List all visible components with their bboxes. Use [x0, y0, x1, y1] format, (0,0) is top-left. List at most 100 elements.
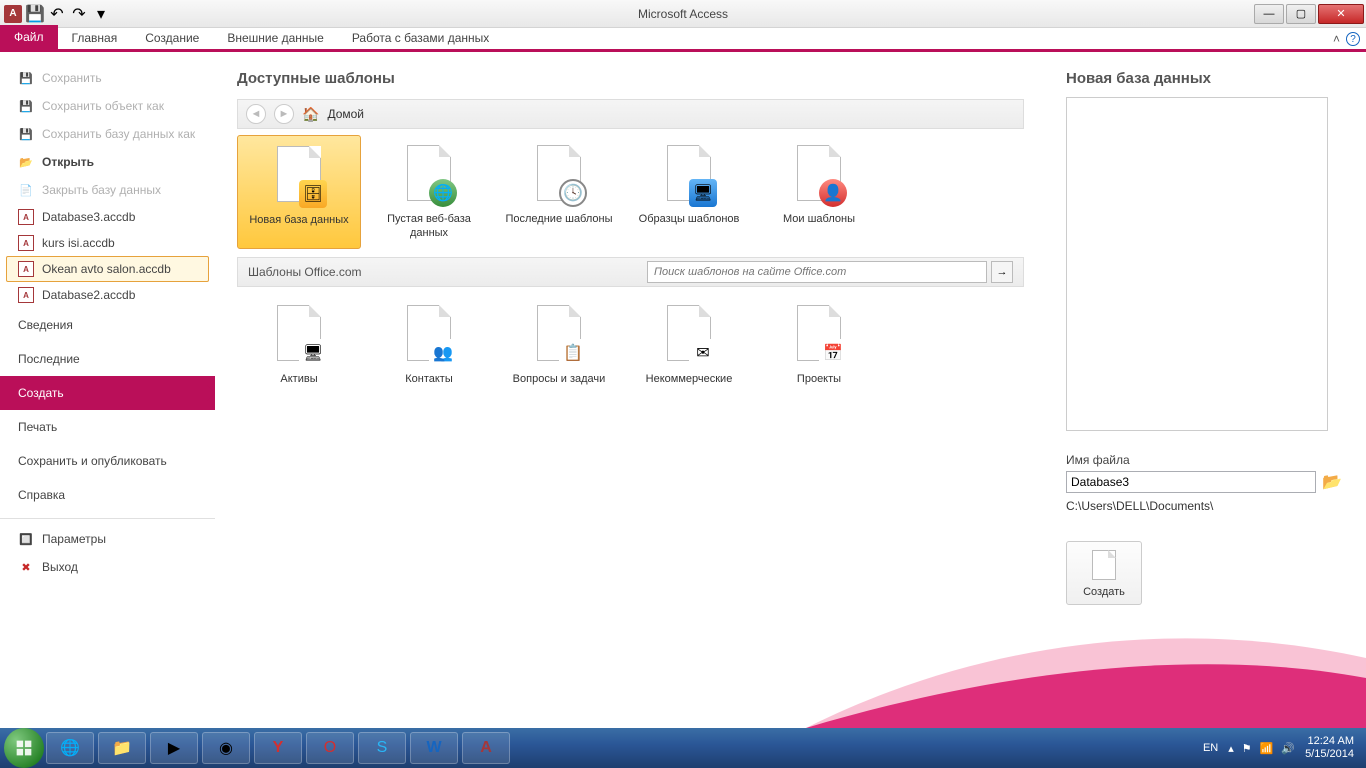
sidebar-recent[interactable]: Последние [0, 342, 215, 376]
tray-network-icon[interactable]: 📶 [1260, 742, 1274, 755]
sidebar-save-object-as[interactable]: 💾Сохранить объект как [0, 92, 215, 120]
home-icon[interactable]: 🏠 [302, 106, 319, 123]
exit-icon: ✖ [18, 559, 34, 575]
sidebar-separator [0, 518, 215, 519]
help-icon[interactable]: ? [1346, 32, 1360, 46]
sidebar-save-label: Сохранить [42, 71, 102, 85]
taskbar-word-icon[interactable]: W [410, 732, 458, 764]
tab-file[interactable]: Файл [0, 25, 58, 49]
template-recent-label: Последние шаблоны [501, 213, 617, 227]
accdb-file-icon: A [18, 261, 34, 277]
taskbar-access-icon[interactable]: A [462, 732, 510, 764]
close-db-icon: 📄 [18, 182, 34, 198]
new-database-panel: Новая база данных Имя файла 📂 C:\Users\D… [1046, 52, 1366, 725]
ribbon-tabs: Файл Главная Создание Внешние данные Раб… [0, 28, 1366, 52]
redo-icon[interactable]: ↷ [70, 5, 88, 23]
undo-icon[interactable]: ↶ [48, 5, 66, 23]
tab-database-tools[interactable]: Работа с базами данных [338, 27, 503, 49]
office-templates-label: Шаблоны Office.com [248, 265, 362, 279]
template-blank-web-db[interactable]: 🌐 Пустая веб-база данных [367, 135, 491, 249]
create-database-button[interactable]: Создать [1066, 541, 1142, 605]
tray-flag-icon[interactable]: ⚑ [1242, 742, 1252, 755]
accdb-file-icon: A [18, 287, 34, 303]
sidebar-close-db[interactable]: 📄Закрыть базу данных [0, 176, 215, 204]
tray-clock-date[interactable]: 5/15/2014 [1305, 748, 1354, 761]
projects-badge-icon: 📅 [819, 339, 847, 367]
browse-folder-button[interactable]: 📂 [1322, 472, 1342, 492]
nav-back-icon[interactable]: ◄ [246, 104, 266, 124]
filename-label: Имя файла [1066, 453, 1346, 467]
save-icon: 💾 [18, 70, 34, 86]
tray-language[interactable]: EN [1203, 742, 1218, 754]
sidebar-info[interactable]: Сведения [0, 308, 215, 342]
tab-external-data[interactable]: Внешние данные [213, 27, 338, 49]
filename-input[interactable] [1066, 471, 1316, 493]
system-tray: EN ▴ ⚑ 📶 🔊 12:24 AM 5/15/2014 [1203, 735, 1362, 760]
nav-forward-icon[interactable]: ► [274, 104, 294, 124]
sidebar-exit[interactable]: ✖Выход [0, 553, 215, 581]
sidebar-print[interactable]: Печать [0, 410, 215, 444]
breadcrumb-bar: ◄ ► 🏠 Домой [237, 99, 1024, 129]
breadcrumb-home[interactable]: Домой [327, 107, 364, 121]
contacts-badge-icon: 👥 [429, 339, 457, 367]
save-db-icon: 💾 [18, 126, 34, 142]
minimize-button[interactable]: — [1254, 4, 1284, 24]
sidebar-print-label: Печать [18, 420, 57, 434]
globe-badge-icon: 🌐 [429, 179, 457, 207]
recent-file-2[interactable]: AOkean avto salon.accdb [6, 256, 209, 282]
close-button[interactable]: ✕ [1318, 4, 1364, 24]
tab-create[interactable]: Создание [131, 27, 213, 49]
sidebar-options[interactable]: 🔲Параметры [0, 525, 215, 553]
template-search-go-button[interactable]: → [991, 261, 1013, 283]
template-projects[interactable]: 📅 Проекты [757, 295, 881, 395]
sidebar-open[interactable]: 📂Открыть [0, 148, 215, 176]
backstage-sidebar: 💾Сохранить 💾Сохранить объект как 💾Сохран… [0, 52, 215, 725]
template-nonprofit[interactable]: ✉ Некоммерческие [627, 295, 751, 395]
window-title: Microsoft Access [638, 7, 728, 21]
start-button[interactable] [4, 728, 44, 768]
save-icon[interactable]: 💾 [26, 5, 44, 23]
template-samples-label: Образцы шаблонов [631, 213, 747, 227]
sidebar-save[interactable]: 💾 Сохранить [0, 64, 215, 92]
template-my-templates[interactable]: 👤 Мои шаблоны [757, 135, 881, 249]
template-blank-db[interactable]: 🗄 Новая база данных [237, 135, 361, 249]
ribbon-minimize-icon[interactable]: ˄ [1333, 32, 1340, 46]
tab-home[interactable]: Главная [58, 27, 132, 49]
sidebar-save-publish[interactable]: Сохранить и опубликовать [0, 444, 215, 478]
template-search-input[interactable] [647, 261, 987, 283]
title-bar: A 💾 ↶ ↷ ▾ Microsoft Access — ▢ ✕ [0, 0, 1366, 28]
taskbar-explorer-icon[interactable]: 📁 [98, 732, 146, 764]
template-projects-label: Проекты [761, 373, 877, 387]
template-assets[interactable]: 🖥 Активы [237, 295, 361, 395]
template-samples[interactable]: 🖥 Образцы шаблонов [627, 135, 751, 249]
taskbar-yandex-icon[interactable]: Y [254, 732, 302, 764]
taskbar-skype-icon[interactable]: S [358, 732, 406, 764]
create-button-label: Создать [1071, 586, 1137, 598]
recent-file-0[interactable]: ADatabase3.accdb [0, 204, 215, 230]
recent-file-3[interactable]: ADatabase2.accdb [0, 282, 215, 308]
taskbar-chrome-icon[interactable]: ◉ [202, 732, 250, 764]
taskbar-opera-icon[interactable]: O [306, 732, 354, 764]
taskbar-media-icon[interactable]: ▶ [150, 732, 198, 764]
tray-up-icon[interactable]: ▴ [1228, 742, 1234, 755]
sidebar-save-object-as-label: Сохранить объект как [42, 99, 164, 113]
office-templates-bar: Шаблоны Office.com → [237, 257, 1024, 287]
template-nonprofit-label: Некоммерческие [631, 373, 747, 387]
save-path: C:\Users\DELL\Documents\ [1066, 499, 1346, 513]
tray-volume-icon[interactable]: 🔊 [1281, 742, 1295, 755]
taskbar-ie-icon[interactable]: 🌐 [46, 732, 94, 764]
maximize-button[interactable]: ▢ [1286, 4, 1316, 24]
sidebar-help[interactable]: Справка [0, 478, 215, 512]
template-issues[interactable]: 📋 Вопросы и задачи [497, 295, 621, 395]
template-contacts[interactable]: 👥 Контакты [367, 295, 491, 395]
tray-clock-time[interactable]: 12:24 AM [1305, 735, 1354, 748]
sidebar-save-db-as[interactable]: 💾Сохранить базу данных как [0, 120, 215, 148]
issues-badge-icon: 📋 [559, 339, 587, 367]
recent-file-1[interactable]: Akurs isi.accdb [0, 230, 215, 256]
sidebar-options-label: Параметры [42, 532, 106, 546]
template-preview [1066, 97, 1328, 431]
sidebar-create[interactable]: Создать [0, 376, 215, 410]
clock-badge-icon: 🕓 [559, 179, 587, 207]
qat-dropdown-icon[interactable]: ▾ [92, 5, 110, 23]
template-recent[interactable]: 🕓 Последние шаблоны [497, 135, 621, 249]
